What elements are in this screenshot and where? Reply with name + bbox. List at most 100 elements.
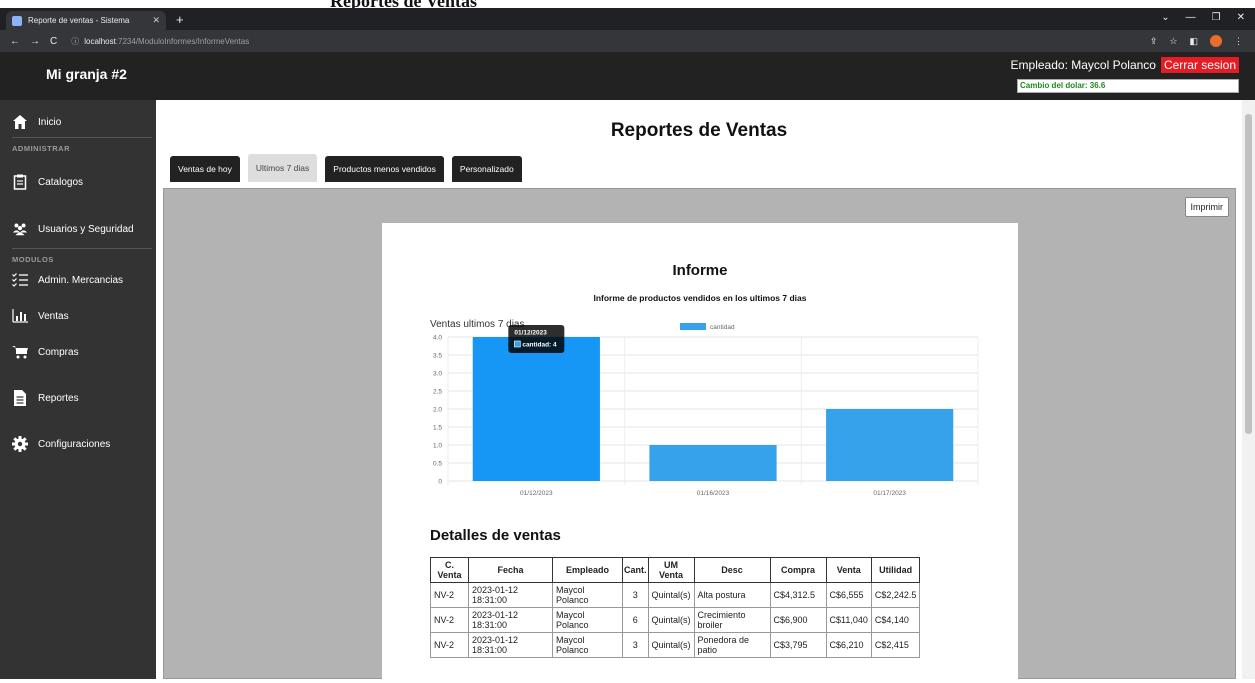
- table-cell: NV-2: [430, 582, 469, 608]
- logout-button[interactable]: Cerrar sesion: [1160, 57, 1239, 73]
- profile-avatar[interactable]: [1210, 35, 1222, 47]
- table-cell: NV-2: [430, 632, 469, 658]
- share-icon[interactable]: ⇪: [1150, 36, 1158, 47]
- table-cell: 3: [622, 582, 649, 608]
- tab-personalizado[interactable]: Personalizado: [451, 156, 522, 182]
- legend-swatch: [680, 323, 706, 330]
- sales-chart: 0 0.5 1.0 1.5 2.0 2.5 3.0 3.5 4.0 01/12/2023 01/16…: [433, 323, 979, 497]
- tab-productos-menos-vendidos[interactable]: Productos menos vendidos: [325, 156, 444, 182]
- y-tick-label: 1.0: [433, 443, 442, 450]
- list-check-icon: [12, 272, 28, 288]
- table-cell: Quintal(s): [647, 632, 695, 658]
- table-cell: 6: [622, 607, 649, 633]
- details-title: Detalles de ventas: [430, 527, 561, 544]
- clipboard-icon: [12, 174, 28, 190]
- info-icon[interactable]: ⓘ: [71, 36, 79, 47]
- table-cell: C$4,312.5: [769, 582, 827, 608]
- table-cell: C$11,040: [825, 607, 872, 633]
- column-header: Fecha: [468, 557, 553, 583]
- divider: [12, 137, 152, 138]
- sidebar-item-label: Catalogos: [38, 176, 84, 188]
- star-icon[interactable]: ☆: [1169, 36, 1177, 47]
- legend-label: cantidad: [710, 324, 735, 331]
- column-header: Utilidad: [870, 557, 921, 583]
- window-controls: ⌄ — ❐ ✕: [1161, 12, 1245, 23]
- address-icons: ⇪ ☆ ◧ ⋮: [1150, 35, 1243, 47]
- sidebar-item-reportes[interactable]: Reportes: [0, 384, 156, 412]
- sidebar-item-inicio[interactable]: Inicio: [0, 108, 156, 136]
- users-icon: [12, 221, 28, 237]
- url-field[interactable]: ⓘ localhost:7234/ModuloInformes/InformeV…: [71, 36, 249, 47]
- y-tick-label: 3.0: [433, 371, 442, 378]
- gear-icon: [12, 436, 28, 452]
- y-tick-label: 2.0: [433, 407, 442, 414]
- table-row: NV-2 2023-01-12 18:31:00 Maycol Polanco 3 Qu…: [430, 582, 921, 608]
- scrollbar-thumb[interactable]: [1245, 114, 1252, 434]
- table-cell: Quintal(s): [647, 582, 695, 608]
- back-icon[interactable]: ←: [10, 36, 20, 47]
- sidebar-item-config[interactable]: Configuraciones: [0, 430, 156, 458]
- column-header: Desc: [693, 557, 771, 583]
- restore-icon[interactable]: ❐: [1212, 12, 1221, 23]
- table-cell: Quintal(s): [647, 607, 695, 633]
- sidepanel-icon[interactable]: ◧: [1189, 36, 1198, 47]
- bar: [826, 409, 954, 481]
- x-tick-label: 01/12/2023: [520, 490, 553, 497]
- bar: [649, 445, 777, 481]
- close-window-icon[interactable]: ✕: [1237, 12, 1245, 23]
- table-cell: C$4,140: [870, 607, 921, 633]
- sidebar-item-label: Inicio: [38, 116, 62, 128]
- sidebar-item-usuarios[interactable]: Usuarios y Seguridad: [0, 215, 156, 243]
- bar-chart-icon: [12, 308, 28, 324]
- home-icon: [12, 114, 28, 130]
- divider: [12, 248, 152, 249]
- x-tick-label: 01/16/2023: [697, 490, 730, 497]
- table-cell: C$6,555: [825, 582, 872, 608]
- table-cell: Maycol Polanco: [552, 582, 623, 608]
- browser-tab[interactable]: Reporte de ventas - Sistema ✕: [6, 11, 166, 30]
- sidebar-item-catalogos[interactable]: Catalogos: [0, 168, 156, 196]
- table-cell: C$6,900: [769, 607, 827, 633]
- sidebar-item-ventas[interactable]: Ventas: [0, 302, 156, 330]
- sidebar-item-mercancias[interactable]: Admin. Mercancias: [0, 266, 156, 294]
- browser-tab-title: Reporte de ventas - Sistema: [28, 16, 130, 25]
- scrollbar[interactable]: [1242, 100, 1255, 679]
- main-content: Reportes de Ventas Ventas de hoy Ultimos…: [156, 100, 1242, 683]
- cart-icon: [12, 344, 28, 360]
- tooltip-title: 01/12/2023: [514, 330, 547, 337]
- forward-icon[interactable]: →: [30, 36, 40, 47]
- report-title: Informe: [672, 262, 728, 279]
- report-tabs: Ventas de hoy Ultimos 7 dias Productos m…: [170, 154, 522, 182]
- tooltip-body: cantidad: 4: [522, 342, 557, 349]
- table-row: NV-2 2023-01-12 18:31:00 Maycol Polanco 6 Qu…: [430, 607, 921, 633]
- tab-ultimos-7-dias[interactable]: Ultimos 7 dias: [247, 154, 318, 182]
- table-cell: 2023-01-12 18:31:00: [468, 632, 553, 658]
- chevron-down-icon[interactable]: ⌄: [1161, 12, 1169, 23]
- table-body: NV-2 2023-01-12 18:31:00 Maycol Polanco 3 Qu…: [430, 582, 921, 658]
- sidebar-item-compras[interactable]: Compras: [0, 338, 156, 366]
- address-bar: ← → C ⓘ localhost:7234/ModuloInformes/In…: [0, 30, 1255, 52]
- employee-info: Empleado: Maycol Polanco Cerrar sesion: [1011, 57, 1239, 73]
- tab-ventas-hoy[interactable]: Ventas de hoy: [170, 156, 240, 182]
- app-header: Mi granja #2 Empleado: Maycol Polanco Ce…: [0, 52, 1255, 100]
- close-tab-icon[interactable]: ✕: [152, 15, 160, 26]
- menu-icon[interactable]: ⋮: [1234, 36, 1243, 47]
- print-button[interactable]: Imprimir: [1184, 197, 1229, 217]
- minimize-icon[interactable]: —: [1186, 12, 1196, 23]
- sidebar-item-label: Configuraciones: [38, 438, 111, 450]
- table-cell: Maycol Polanco: [552, 632, 623, 658]
- table-cell: NV-2: [430, 607, 469, 633]
- table-cell: Crecimiento broiler: [693, 607, 771, 633]
- report-page: Informe Informe de productos vendidos en…: [382, 223, 1018, 683]
- reload-icon[interactable]: C: [50, 36, 57, 47]
- table-cell: Maycol Polanco: [552, 607, 623, 633]
- brand-title[interactable]: Mi granja #2: [46, 66, 127, 82]
- exchange-rate: Cambio del dolar: 36.6: [1017, 79, 1239, 93]
- new-tab-icon[interactable]: +: [176, 12, 184, 27]
- table-cell: 2023-01-12 18:31:00: [468, 607, 553, 633]
- sidebar-item-label: Ventas: [38, 310, 69, 322]
- section-admin: ADMINISTRAR: [12, 144, 70, 153]
- column-header: UM Venta: [647, 557, 695, 583]
- table-row: NV-2 2023-01-12 18:31:00 Maycol Polanco 3 Qu…: [430, 632, 921, 658]
- column-header: Venta: [825, 557, 872, 583]
